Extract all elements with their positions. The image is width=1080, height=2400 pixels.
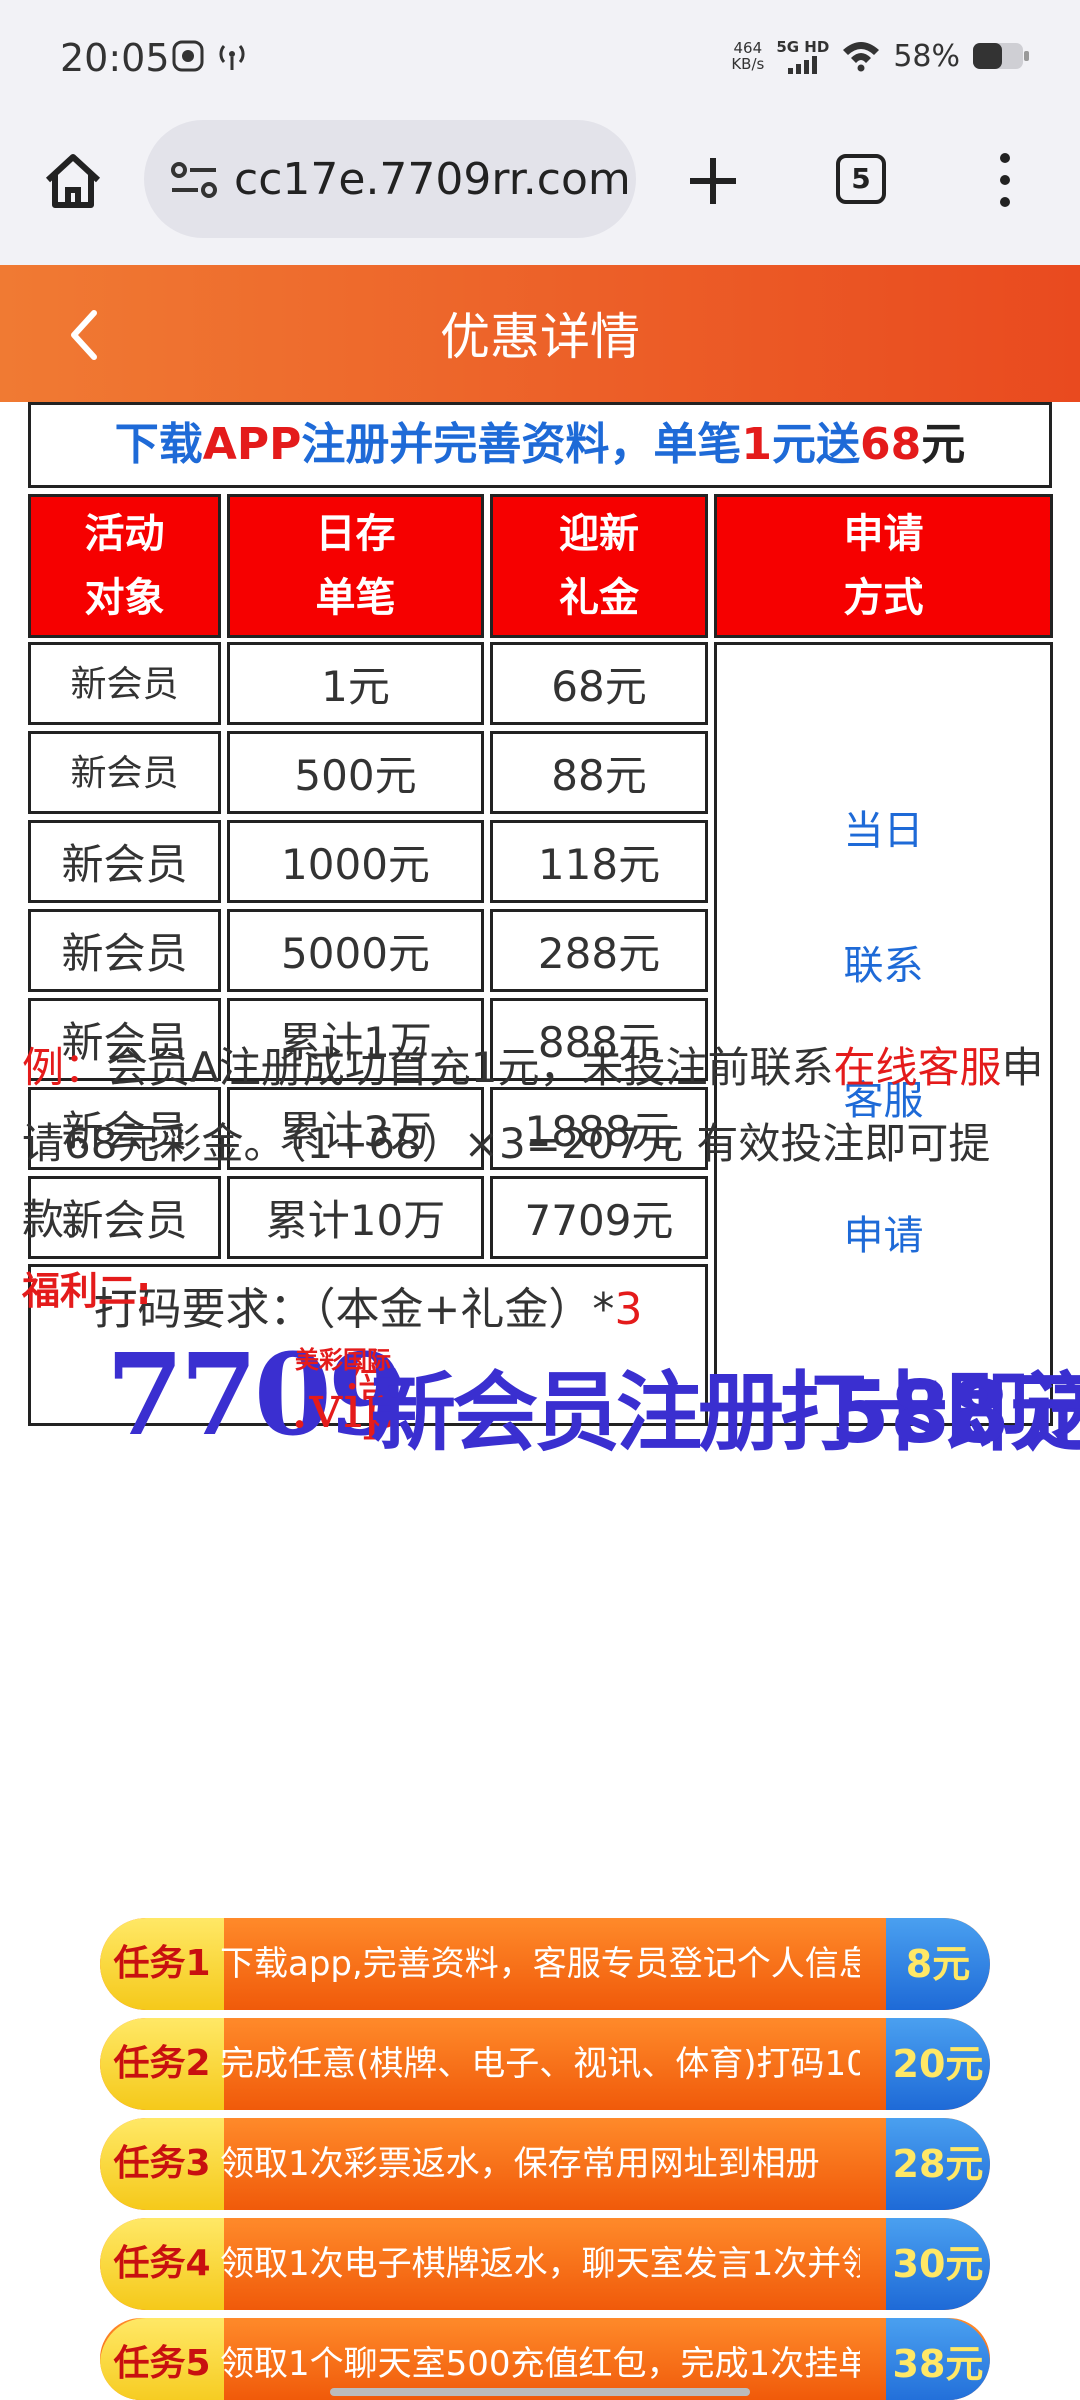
section-title: 福利二: [22,1269,152,1313]
table-cell: 新会员 [28,731,221,814]
gesture-bar[interactable] [330,2388,750,2396]
promo-image: 7709 美彩国际 .vip 新会员注册打卡即送 588元 任务1 下载app,… [100,1320,1080,2400]
table-cell: 1000元 [227,820,484,903]
online-service-link[interactable]: 在线客服 [833,1043,1001,1092]
task-row: 任务3 领取1次彩票返水，保存常用网址到相册 28元 [100,2118,990,2210]
table-cell: 88元 [490,731,708,814]
header-deposit: 日存 单笔 [227,494,484,638]
more-menu-icon[interactable] [990,150,1020,210]
table-cell: 118元 [490,820,708,903]
tab-switcher-button[interactable]: 5 [836,154,886,204]
network-speed: 464 KB/s [731,39,765,73]
header-target: 活动 对象 [28,494,221,638]
task-row: 任务4 领取1次电子棋牌返水，聊天室发言1次并领取任一充值红包 30元 [100,2218,990,2310]
home-icon[interactable] [40,148,106,214]
page-header: 优惠详情 [0,265,1080,402]
table-cell: 68元 [490,642,708,725]
signal-icon [787,56,817,74]
status-bar: 20:05 464 KB/s 5G HD 58% [0,0,1080,120]
table-cell: 新会员 [28,820,221,903]
battery-icon [973,43,1029,69]
browser-toolbar: cc17e.7709rr.com 5 [0,120,1080,265]
task-row: 任务1 下载app,完善资料，客服专员登记个人信息! 8元 [100,1918,990,2010]
page-title: 优惠详情 [440,308,640,366]
header-apply: 申请 方式 [714,494,1053,638]
header-bonus: 迎新 礼金 [490,494,708,638]
new-tab-icon[interactable] [686,154,740,208]
table-cell: 1元 [227,642,484,725]
table-cell: 新会员 [28,909,221,992]
address-bar[interactable]: cc17e.7709rr.com [144,120,636,238]
promo-title: 7709 美彩国际 .vip 新会员注册打卡即送 588元 [106,1330,1080,1463]
wifi-icon [843,42,880,72]
table-cell: 新会员 [28,642,221,725]
network-type: 5G HD [776,38,830,56]
table-cell: 288元 [490,909,708,992]
promo-banner: 下载APP注册并完善资料，单笔1元送68元 [28,402,1052,488]
url-text[interactable]: cc17e.7709rr.com [234,154,631,205]
status-time: 20:05 [60,36,170,80]
table-cell: 5000元 [227,909,484,992]
table-cell: 500元 [227,731,484,814]
task-row: 任务2 完成任意(棋牌、电子、视讯、体育)打码1000+ 20元 [100,2018,990,2110]
screen-record-icon [172,40,204,72]
example-paragraph: 例：会员A注册成功首充1元，未投注前联系在线客服申请68元彩金。（1+68）×3… [22,1043,1044,1244]
site-settings-icon[interactable] [170,160,218,200]
hotspot-icon [219,45,245,70]
battery-percent: 58% [893,38,960,74]
